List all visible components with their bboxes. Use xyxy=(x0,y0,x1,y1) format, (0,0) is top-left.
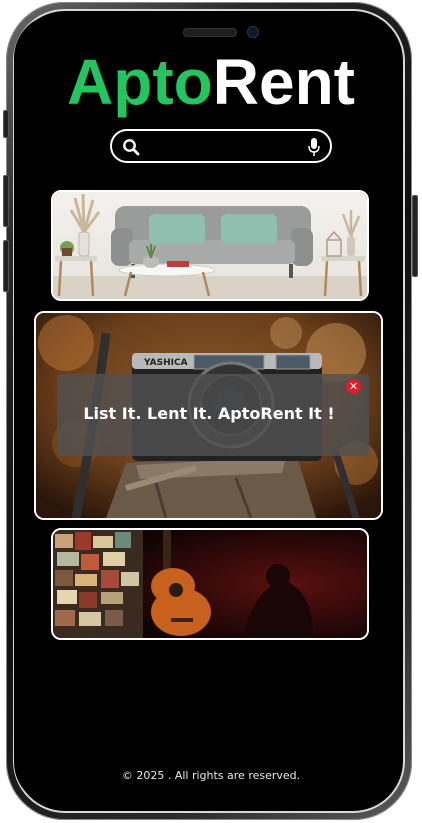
search-icon[interactable] xyxy=(122,138,140,156)
category-card-music[interactable] xyxy=(51,528,369,640)
footer-copyright: © 2025 . All rights are reserved. xyxy=(121,769,301,782)
camera-brand-text: YASHICA xyxy=(143,358,188,368)
front-camera xyxy=(247,26,259,38)
search-bar[interactable] xyxy=(110,129,332,163)
guitar-image xyxy=(53,530,367,638)
power-button xyxy=(412,195,418,277)
microphone-icon[interactable] xyxy=(307,137,321,157)
living-room-image xyxy=(53,192,367,299)
volume-down-button xyxy=(3,240,9,292)
popup-message: List It. Lent It. AptoRent It ! xyxy=(83,404,335,423)
promo-popup: List It. Lent It. AptoRent It ! ✕ xyxy=(57,374,369,456)
app-logo: AptoRent xyxy=(0,46,422,118)
volume-up-button xyxy=(3,175,9,227)
earpiece-speaker xyxy=(183,28,237,37)
category-card-furniture[interactable] xyxy=(51,190,369,301)
logo-part-apto: Apto xyxy=(67,46,213,118)
logo-part-rent: Rent xyxy=(212,46,355,118)
search-input[interactable] xyxy=(146,136,300,158)
close-icon[interactable]: ✕ xyxy=(346,379,361,394)
